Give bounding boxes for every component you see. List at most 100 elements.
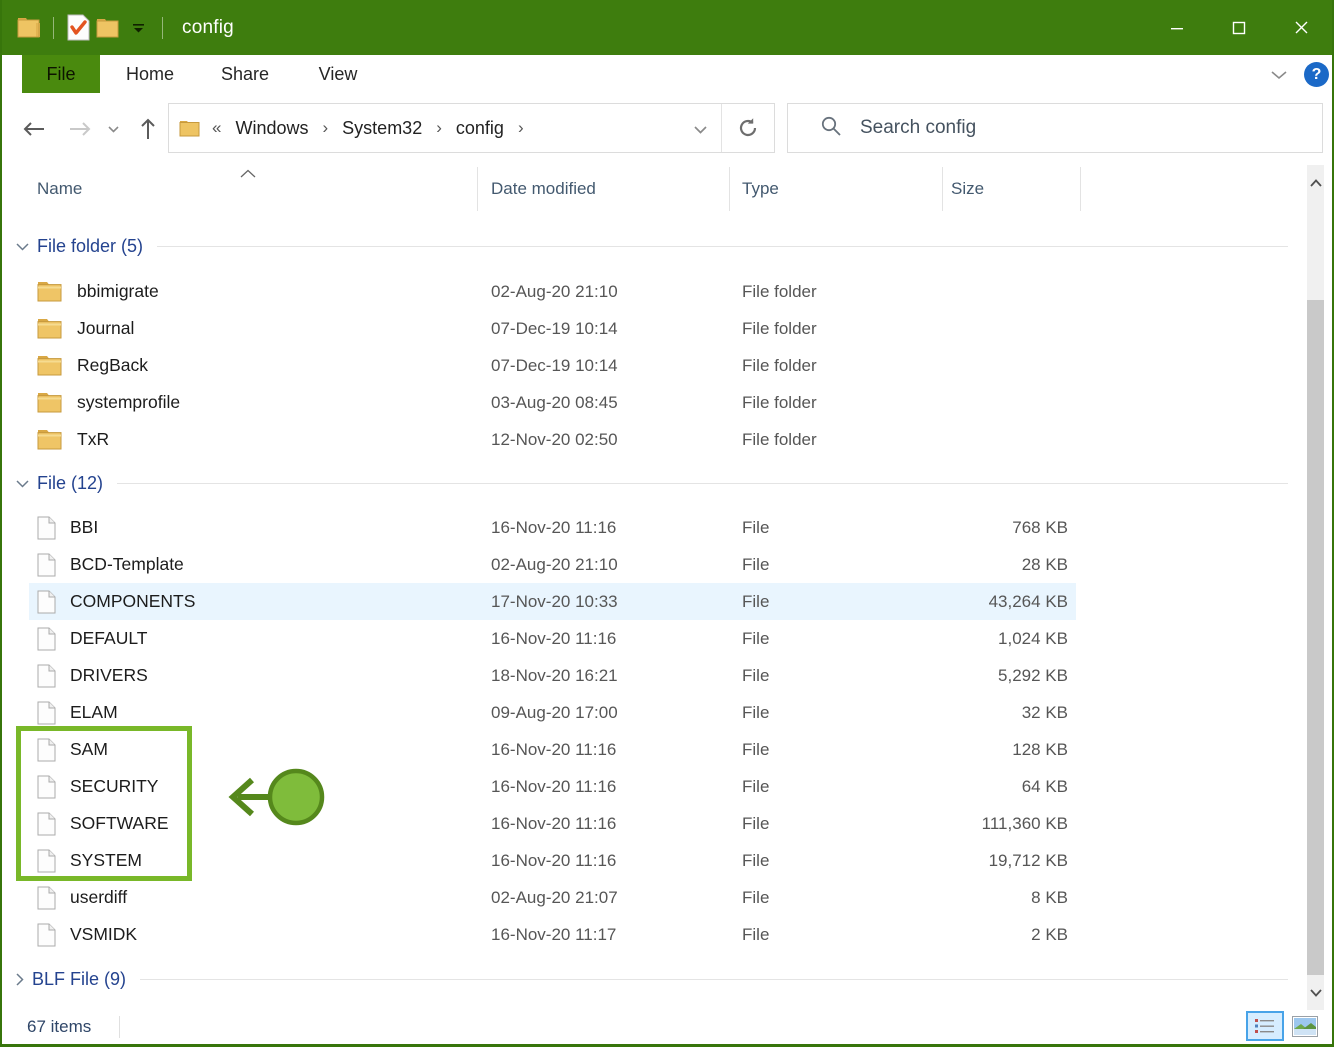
item-name[interactable]: DEFAULT bbox=[29, 627, 479, 651]
file-row[interactable]: DRIVERS 18-Nov-20 16:21 File 5,292 KB bbox=[4, 657, 1304, 694]
back-button[interactable] bbox=[18, 93, 50, 165]
item-name[interactable]: COMPONENTS bbox=[29, 590, 479, 614]
up-button[interactable] bbox=[132, 93, 164, 165]
item-name[interactable]: BBI bbox=[29, 516, 479, 540]
group-header[interactable]: File (12) bbox=[4, 465, 1304, 502]
qat-customize-dropdown[interactable] bbox=[123, 13, 153, 43]
item-date-modified: 09-Aug-20 17:00 bbox=[491, 702, 618, 722]
group-label: File (12) bbox=[37, 473, 104, 493]
vertical-scrollbar[interactable] bbox=[1307, 165, 1324, 1010]
item-name[interactable]: Journal bbox=[29, 318, 479, 339]
item-name[interactable]: userdiff bbox=[29, 886, 479, 910]
address-dropdown-chevron-icon[interactable] bbox=[680, 118, 721, 139]
sort-ascending-icon bbox=[240, 163, 256, 183]
properties-button[interactable] bbox=[63, 13, 93, 43]
scroll-down-button[interactable] bbox=[1307, 975, 1324, 1010]
folder-row[interactable]: Journal 07-Dec-19 10:14 File folder bbox=[4, 310, 1304, 347]
column-resize-handle[interactable] bbox=[477, 167, 478, 211]
column-resize-handle[interactable] bbox=[942, 167, 943, 211]
breadcrumb-item-system32[interactable]: System32 bbox=[342, 118, 422, 139]
item-size: 111,360 KB bbox=[981, 813, 1068, 833]
item-date-modified: 16-Nov-20 11:16 bbox=[491, 628, 617, 648]
address-bar[interactable]: « Windows › System32 › config › bbox=[168, 103, 775, 153]
group-label: File folder (5) bbox=[37, 236, 144, 256]
item-name[interactable]: ELAM bbox=[29, 701, 479, 725]
file-icon bbox=[37, 553, 56, 576]
scroll-up-button[interactable] bbox=[1307, 165, 1324, 200]
item-type: File bbox=[742, 591, 770, 611]
item-date-modified: 16-Nov-20 11:16 bbox=[491, 517, 617, 537]
forward-button[interactable] bbox=[64, 93, 96, 165]
file-row[interactable]: SECURITY 16-Nov-20 11:16 File 64 KB bbox=[4, 768, 1304, 805]
item-size: 2 KB bbox=[1031, 924, 1068, 944]
column-resize-handle[interactable] bbox=[1080, 167, 1081, 211]
search-box[interactable]: Search config bbox=[787, 103, 1323, 153]
item-date-modified: 16-Nov-20 11:17 bbox=[491, 924, 617, 944]
file-row[interactable]: BBI 16-Nov-20 11:16 File 768 KB bbox=[4, 509, 1304, 546]
column-header-date[interactable]: Date modified bbox=[491, 165, 596, 212]
scrollbar-thumb[interactable] bbox=[1307, 300, 1324, 975]
file-row[interactable]: SYSTEM 16-Nov-20 11:16 File 19,712 KB bbox=[4, 842, 1304, 879]
item-size: 1,024 KB bbox=[998, 628, 1068, 648]
item-name[interactable]: systemprofile bbox=[29, 392, 479, 413]
item-date-modified: 16-Nov-20 11:16 bbox=[491, 813, 617, 833]
window-controls bbox=[1146, 0, 1332, 55]
close-button[interactable] bbox=[1270, 0, 1332, 55]
item-name[interactable]: VSMIDK bbox=[29, 923, 479, 947]
view-toggles bbox=[1246, 1011, 1322, 1041]
refresh-button[interactable] bbox=[722, 104, 774, 152]
column-resize-handle[interactable] bbox=[729, 167, 730, 211]
quick-access-toolbar bbox=[2, 13, 172, 43]
file-row[interactable]: SAM 16-Nov-20 11:16 File 128 KB bbox=[4, 731, 1304, 768]
item-name[interactable]: bbimigrate bbox=[29, 281, 479, 302]
thumbnails-view-button[interactable] bbox=[1288, 1012, 1322, 1040]
minimize-button[interactable] bbox=[1146, 0, 1208, 55]
item-name[interactable]: BCD-Template bbox=[29, 553, 479, 577]
recent-locations-chevron-icon[interactable] bbox=[102, 93, 124, 165]
breadcrumb-separator-icon[interactable]: › bbox=[436, 118, 442, 138]
column-header-size[interactable]: Size bbox=[951, 165, 984, 212]
file-row[interactable]: VSMIDK 16-Nov-20 11:17 File 2 KB bbox=[4, 916, 1304, 953]
item-name[interactable]: DRIVERS bbox=[29, 664, 479, 688]
item-size: 8 KB bbox=[1031, 887, 1068, 907]
details-view-button[interactable] bbox=[1246, 1011, 1284, 1041]
folder-row[interactable]: TxR 12-Nov-20 02:50 File folder bbox=[4, 421, 1304, 458]
file-icon bbox=[37, 886, 56, 909]
file-row[interactable]: BCD-Template 02-Aug-20 21:10 File 28 KB bbox=[4, 546, 1304, 583]
file-row[interactable]: ELAM 09-Aug-20 17:00 File 32 KB bbox=[4, 694, 1304, 731]
folder-icon bbox=[37, 430, 62, 450]
item-size: 28 KB bbox=[1021, 554, 1068, 574]
tab-share[interactable]: Share bbox=[205, 55, 285, 93]
search-input[interactable]: Search config bbox=[860, 117, 976, 139]
group-header[interactable]: BLF File (9) bbox=[4, 961, 1304, 998]
help-button[interactable]: ? bbox=[1304, 62, 1329, 87]
breadcrumb-separator-icon[interactable]: › bbox=[518, 118, 524, 138]
file-row[interactable]: COMPONENTS 17-Nov-20 10:33 File 43,264 KB bbox=[4, 583, 1304, 620]
new-folder-button[interactable] bbox=[93, 13, 123, 43]
breadcrumb-item-config[interactable]: config bbox=[456, 118, 504, 139]
folder-row[interactable]: bbimigrate 02-Aug-20 21:10 File folder bbox=[4, 273, 1304, 310]
folder-row[interactable]: RegBack 07-Dec-19 10:14 File folder bbox=[4, 347, 1304, 384]
column-header-type[interactable]: Type bbox=[742, 165, 779, 212]
group-rule bbox=[117, 483, 1288, 484]
file-row[interactable]: userdiff 02-Aug-20 21:07 File 8 KB bbox=[4, 879, 1304, 916]
tab-view[interactable]: View bbox=[302, 55, 374, 93]
maximize-button[interactable] bbox=[1208, 0, 1270, 55]
item-type: File bbox=[742, 887, 770, 907]
tab-home[interactable]: Home bbox=[110, 55, 190, 93]
item-name[interactable]: RegBack bbox=[29, 355, 479, 376]
file-row[interactable]: SOFTWARE 16-Nov-20 11:16 File 111,360 KB bbox=[4, 805, 1304, 842]
status-bar: 67 items bbox=[2, 1010, 1332, 1044]
item-name[interactable]: TxR bbox=[29, 429, 479, 450]
breadcrumb-separator-icon[interactable]: › bbox=[323, 118, 329, 138]
item-type: File bbox=[742, 850, 770, 870]
tab-file[interactable]: File bbox=[22, 55, 100, 93]
item-size: 768 KB bbox=[1012, 517, 1068, 537]
expand-ribbon-chevron-icon[interactable] bbox=[1264, 67, 1294, 83]
file-row[interactable]: DEFAULT 16-Nov-20 11:16 File 1,024 KB bbox=[4, 620, 1304, 657]
column-header-name[interactable]: Name bbox=[37, 165, 82, 212]
group-header[interactable]: File folder (5) bbox=[4, 228, 1304, 265]
folder-row[interactable]: systemprofile 03-Aug-20 08:45 File folder bbox=[4, 384, 1304, 421]
breadcrumb-item-windows[interactable]: Windows bbox=[235, 118, 308, 139]
breadcrumb-overflow[interactable]: « bbox=[212, 118, 221, 138]
